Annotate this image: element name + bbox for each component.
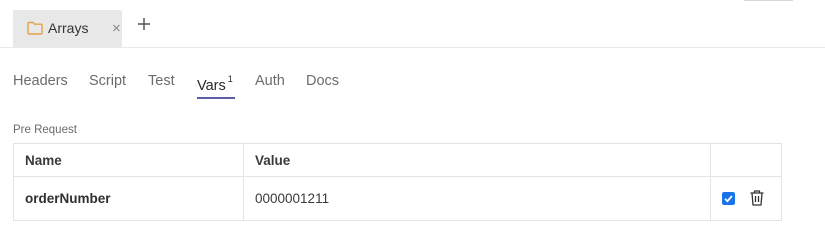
active-tab-indicator [197, 97, 235, 99]
tab-test[interactable]: Test [148, 72, 175, 90]
table-header-row: Name Value [13, 143, 782, 177]
column-header-value: Value [243, 143, 711, 177]
row-actions [710, 176, 782, 221]
trash-icon[interactable] [749, 189, 765, 207]
close-icon[interactable]: × [112, 20, 121, 37]
tab-headers[interactable]: Headers [13, 72, 68, 90]
tab-docs[interactable]: Docs [306, 72, 339, 90]
section-title: Pre Request [13, 124, 77, 136]
column-header-actions [710, 143, 782, 177]
tab-auth[interactable]: Auth [255, 72, 285, 90]
tab-bar: Arrays × [0, 0, 825, 48]
tab-vars-label: Vars [197, 77, 226, 94]
vars-count-badge: 1 [227, 74, 233, 84]
var-value: 0000001211 [255, 191, 330, 206]
tab-vars[interactable]: Vars 1 [197, 72, 233, 95]
table-row: orderNumber 0000001211 [13, 176, 782, 221]
var-value-cell[interactable]: 0000001211 [243, 176, 711, 221]
plus-icon[interactable] [136, 16, 152, 32]
tab-script[interactable]: Script [89, 72, 126, 90]
vars-table: Name Value orderNumber 0000001211 [13, 143, 782, 221]
var-name-cell[interactable]: orderNumber [13, 176, 244, 221]
tab-label: Arrays [48, 20, 89, 36]
folder-icon [27, 21, 43, 35]
var-name: orderNumber [25, 191, 111, 206]
request-tab[interactable]: Arrays × [13, 10, 122, 47]
divider [744, 0, 793, 1]
column-header-name: Name [13, 143, 244, 177]
enabled-checkbox[interactable] [722, 192, 735, 205]
